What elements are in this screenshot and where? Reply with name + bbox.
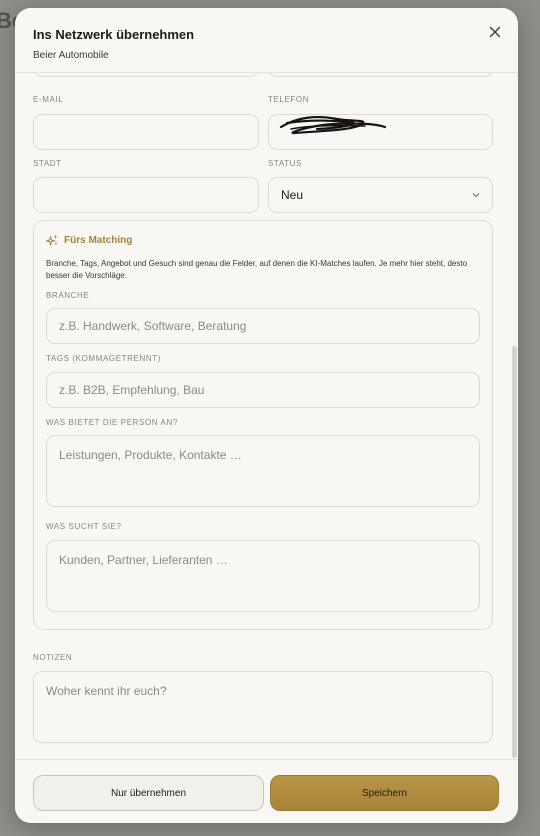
modal-scroll-area[interactable]: E-MAIL TELEFON STADT STATUS Neu Fürs Mat… — [15, 73, 518, 759]
matching-header: Fürs Matching — [46, 234, 132, 247]
email-label: E-MAIL — [33, 95, 64, 104]
close-icon — [489, 26, 501, 38]
modal-footer: Nur übernehmen Speichern — [15, 759, 518, 823]
modal-title: Ins Netzwerk übernehmen — [33, 27, 195, 42]
matching-card: Fürs Matching Branche, Tags, Angebot und… — [33, 220, 493, 630]
modal-subtitle: Beier Automobile — [33, 50, 109, 61]
email-input[interactable] — [33, 114, 259, 150]
bietet-textarea[interactable] — [46, 435, 480, 507]
chevron-down-icon — [472, 193, 480, 198]
sucht-label: WAS SUCHT SIE? — [46, 522, 122, 531]
close-button[interactable] — [486, 23, 504, 41]
network-modal: Ins Netzwerk übernehmen Beier Automobile… — [15, 8, 518, 823]
tags-input[interactable] — [46, 372, 480, 408]
matching-title: Fürs Matching — [64, 235, 133, 246]
sucht-textarea[interactable] — [46, 540, 480, 612]
stadt-input[interactable] — [33, 177, 259, 213]
notizen-textarea[interactable] — [33, 671, 493, 743]
matching-description: Branche, Tags, Angebot und Gesuch sind g… — [46, 259, 468, 280]
status-select[interactable]: Neu — [268, 177, 493, 213]
nur-uebernehmen-button[interactable]: Nur übernehmen — [33, 775, 264, 811]
speichern-button[interactable]: Speichern — [270, 775, 499, 811]
redaction-scribble — [279, 116, 387, 135]
telefon-label: TELEFON — [268, 95, 310, 104]
branche-label: BRANCHE — [46, 291, 90, 300]
previous-field-left[interactable] — [33, 73, 259, 77]
sparkles-icon — [46, 234, 58, 247]
previous-field-right[interactable] — [268, 73, 493, 77]
notizen-label: NOTIZEN — [33, 653, 73, 662]
bietet-label: WAS BIETET DIE PERSON AN? — [46, 418, 178, 427]
stadt-label: STADT — [33, 159, 62, 168]
status-label: STATUS — [268, 159, 302, 168]
scrollbar-thumb[interactable] — [512, 346, 517, 758]
tags-label: TAGS (KOMMAGETRENNT) — [46, 354, 161, 363]
branche-input[interactable] — [46, 308, 480, 344]
status-selected-value: Neu — [281, 188, 304, 202]
modal-header: Ins Netzwerk übernehmen Beier Automobile — [15, 8, 518, 73]
